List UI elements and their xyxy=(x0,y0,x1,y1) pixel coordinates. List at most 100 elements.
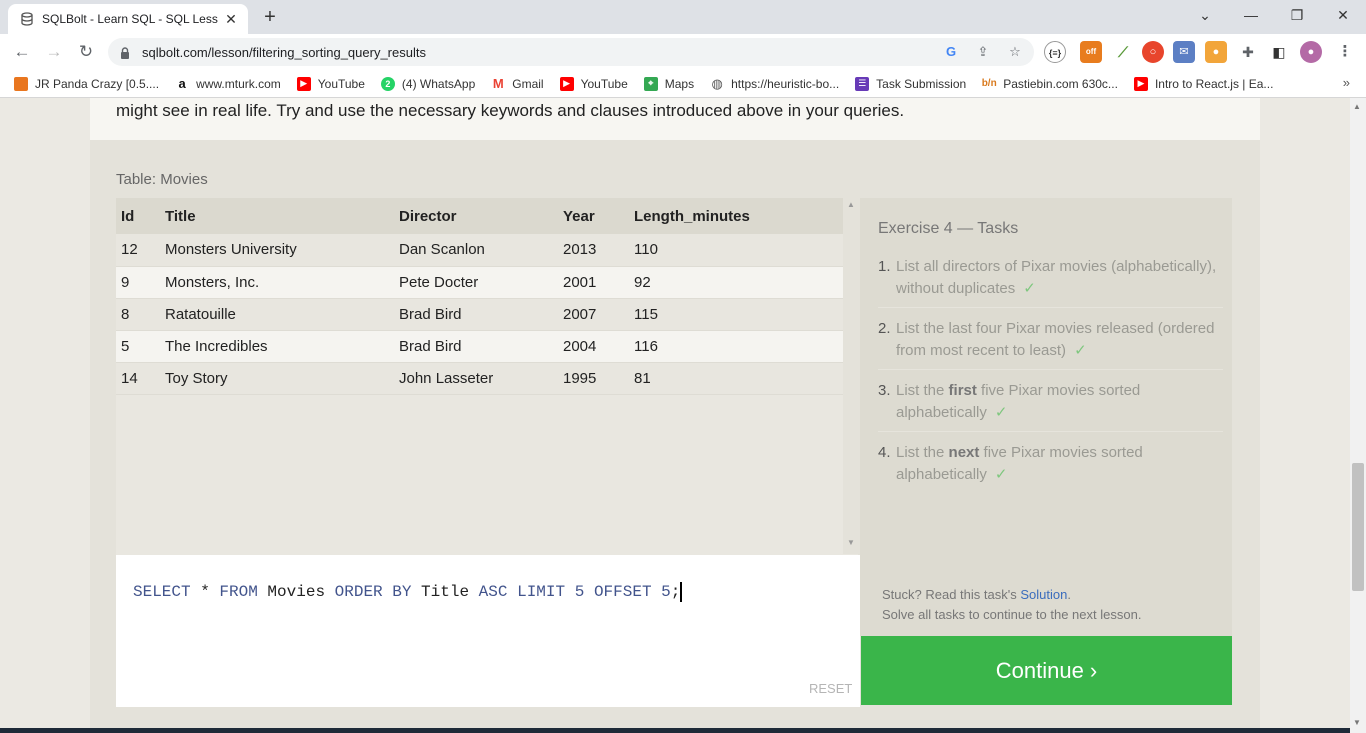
new-tab-button[interactable]: + xyxy=(258,5,282,29)
cell-title: The Incredibles xyxy=(160,330,394,363)
os-taskbar xyxy=(0,728,1350,733)
panda-icon xyxy=(14,76,28,91)
bookmark-item[interactable]: ▶ Intro to React.js | Ea... xyxy=(1133,76,1273,91)
reload-icon[interactable]: ↻ xyxy=(74,40,98,64)
minimize-icon[interactable]: — xyxy=(1240,4,1262,26)
page-scrollbar[interactable]: ▲ ▼ xyxy=(1350,98,1366,733)
page-viewport: might see in real life. Try and use the … xyxy=(0,98,1350,733)
cell-id: 14 xyxy=(116,362,160,395)
sidepanel-icon[interactable]: ◧ xyxy=(1268,41,1290,63)
star-icon[interactable]: ☆ xyxy=(1002,41,1028,63)
stuck-hint: Stuck? Read this task's Solution. Solve … xyxy=(882,587,1142,622)
chevron-down-icon[interactable]: ⌄ xyxy=(1194,4,1216,26)
bookmark-item[interactable]: 2 (4) WhatsApp xyxy=(380,76,475,91)
scroll-up-arrow-icon[interactable]: ▲ xyxy=(1353,102,1361,111)
menu-icon[interactable]: ⋮ xyxy=(1334,41,1356,63)
puzzle-icon[interactable]: ✚ xyxy=(1237,41,1259,63)
close-window-icon[interactable]: ✕ xyxy=(1332,4,1354,26)
task-item: 4. List the next five Pixar movies sorte… xyxy=(878,442,1223,493)
cell-year: 2004 xyxy=(558,330,629,363)
restore-icon[interactable]: ❐ xyxy=(1286,4,1308,26)
cell-title: Monsters, Inc. xyxy=(160,266,394,299)
bookmark-item[interactable]: M Gmail xyxy=(491,76,544,91)
cell-length: 81 xyxy=(629,362,843,395)
code-token: ; xyxy=(670,583,681,602)
sql-query-text[interactable]: SELECT * FROM Movies ORDER BY Title ASC … xyxy=(133,582,683,602)
code-token: * xyxy=(190,583,220,602)
cell-director: John Lasseter xyxy=(394,362,558,395)
results-table-container[interactable]: Id Title Director Year Length_minutes 12… xyxy=(116,198,858,556)
bookmark-item[interactable]: a www.mturk.com xyxy=(175,76,281,91)
tab-strip: SQLBolt - Learn SQL - SQL Lesso ✕ + ⌄ — … xyxy=(0,0,1366,34)
bookmarks-overflow-button[interactable]: » xyxy=(1343,75,1350,90)
cell-title: Ratatouille xyxy=(160,298,394,331)
bookmark-item[interactable]: ◍ https://heuristic-bo... xyxy=(710,76,839,91)
cell-length: 116 xyxy=(629,330,843,363)
table-row: 5 The Incredibles Brad Bird 2004 116 xyxy=(116,330,843,363)
scrollbar-thumb[interactable] xyxy=(1352,463,1364,591)
bookmark-item[interactable]: ▶ YouTube xyxy=(296,76,365,91)
table-row: 12 Monsters University Dan Scanlon 2013 … xyxy=(116,234,843,267)
cell-id: 5 xyxy=(116,330,160,363)
checkmark-icon: ✓ xyxy=(1074,342,1087,359)
checkmark-icon: ✓ xyxy=(994,466,1008,483)
lock-icon xyxy=(120,45,132,59)
off-extension-icon[interactable]: off xyxy=(1080,41,1102,63)
cell-year: 2007 xyxy=(558,298,629,331)
table-row: 14 Toy Story John Lasseter 1995 81 xyxy=(116,362,843,395)
task-list: 1. List all directors of Pixar movies (a… xyxy=(878,256,1223,503)
google-icon[interactable]: G xyxy=(938,41,964,63)
column-header-length: Length_minutes xyxy=(629,198,843,234)
intro-section: might see in real life. Try and use the … xyxy=(90,98,1260,140)
bookmark-item[interactable]: ⌖ Maps xyxy=(643,76,694,91)
eyedropper-extension-icon[interactable]: ⟋ xyxy=(1112,41,1134,63)
table-scrollbar[interactable]: ▲ ▼ xyxy=(843,198,858,554)
honey-extension-icon[interactable]: ● xyxy=(1205,41,1227,63)
code-token: SELECT xyxy=(133,583,191,602)
record-extension-icon[interactable]: ○ xyxy=(1142,41,1164,63)
continue-button[interactable]: Continue › xyxy=(861,636,1232,705)
cell-id: 12 xyxy=(116,234,160,267)
youtube-icon: ▶ xyxy=(1133,76,1148,91)
task-item: 1. List all directors of Pixar movies (a… xyxy=(878,256,1223,308)
scroll-down-arrow-icon[interactable]: ▼ xyxy=(1353,718,1361,727)
mail-extension-icon[interactable]: ✉ xyxy=(1173,41,1195,63)
task-item: 2. List the last four Pixar movies relea… xyxy=(878,318,1223,370)
cell-director: Dan Scanlon xyxy=(394,234,558,267)
share-icon[interactable]: ⇪ xyxy=(970,41,996,63)
forward-icon[interactable]: → xyxy=(42,40,66,64)
code-token: ASC xyxy=(478,583,508,602)
youtube-icon: ▶ xyxy=(296,76,311,91)
bookmark-item[interactable]: ▶ YouTube xyxy=(559,76,628,91)
youtube-icon: ▶ xyxy=(559,76,574,91)
solution-link[interactable]: Solution xyxy=(1020,587,1067,602)
scroll-up-arrow-icon[interactable]: ▲ xyxy=(847,200,855,209)
avatar[interactable]: ● xyxy=(1300,41,1322,63)
task-text: List the last four Pixar movies released… xyxy=(896,320,1215,359)
cell-length: 115 xyxy=(629,298,843,331)
bookmark-item[interactable]: b/n Pastiebin.com 630c... xyxy=(982,76,1118,91)
tasks-panel: Exercise 4 — Tasks 1. List all directors… xyxy=(860,198,1232,636)
exercise-box: Table: Movies Id Title Director Year Len… xyxy=(90,140,1260,733)
reset-button[interactable]: RESET xyxy=(809,681,852,696)
intro-text: might see in real life. Try and use the … xyxy=(116,101,905,120)
scroll-down-arrow-icon[interactable]: ▼ xyxy=(847,538,855,547)
back-icon[interactable]: ← xyxy=(10,40,34,64)
code-token: ORDER BY xyxy=(334,583,412,602)
sql-editor[interactable]: SELECT * FROM Movies ORDER BY Title ASC … xyxy=(116,555,860,707)
code-token: 5 xyxy=(661,583,671,602)
task-text: List the next five Pixar movies sorted a… xyxy=(896,444,1143,483)
close-icon[interactable]: ✕ xyxy=(222,11,240,28)
bookmark-item[interactable]: JR Panda Crazy [0.5.... xyxy=(14,76,159,91)
address-bar[interactable]: sqlbolt.com/lesson/filtering_sorting_que… xyxy=(108,38,1034,66)
amazon-icon: a xyxy=(175,76,190,91)
bookmark-item[interactable]: ☰ Task Submission xyxy=(855,76,966,91)
tasks-title: Exercise 4 — Tasks xyxy=(878,220,1019,237)
code-token: LIMIT xyxy=(517,583,566,602)
json-extension-icon[interactable]: {≡} xyxy=(1044,41,1066,63)
browser-tab[interactable]: SQLBolt - Learn SQL - SQL Lesso ✕ xyxy=(8,4,248,34)
cell-length: 110 xyxy=(629,234,843,267)
